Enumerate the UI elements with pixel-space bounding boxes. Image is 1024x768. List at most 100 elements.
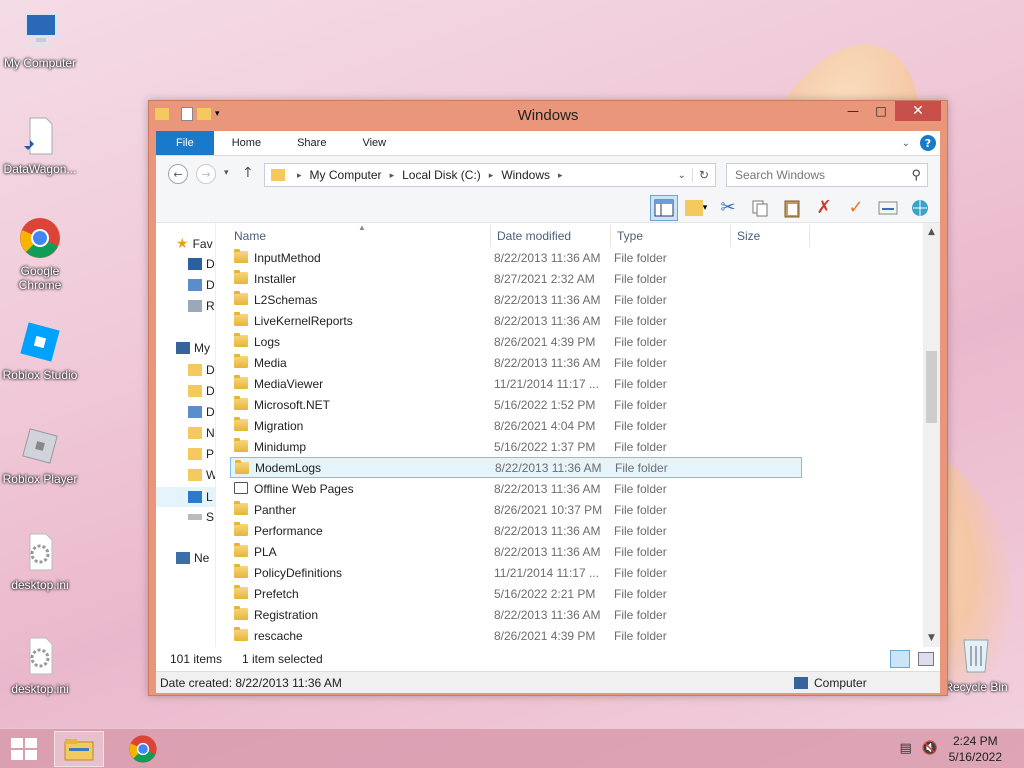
file-type: File folder	[614, 250, 667, 265]
table-row[interactable]: L2Schemas 8/22/2013 11:36 AM File folder	[230, 289, 802, 310]
table-row[interactable]: LiveKernelReports 8/22/2013 11:36 AM File …	[230, 310, 802, 331]
rename-check-button[interactable]: ✓	[842, 195, 870, 221]
search-icon[interactable]: ⚲	[911, 167, 921, 183]
address-bar[interactable]: ▸ My Computer ▸ Local Disk (C:) ▸ Window…	[264, 163, 716, 187]
table-row[interactable]: PLA 8/22/2013 11:36 AM File folder	[230, 541, 802, 562]
maximize-button[interactable]: □	[867, 101, 895, 121]
nav-item-recent[interactable]: R	[188, 299, 215, 313]
table-row[interactable]: PolicyDefinitions 11/21/2014 11:17 ... Fil…	[230, 562, 802, 583]
properties-button[interactable]	[874, 195, 902, 221]
table-row[interactable]: Offline Web Pages 8/22/2013 11:36 AM File …	[230, 478, 802, 499]
expand-ribbon-icon[interactable]: ⌄	[902, 138, 910, 149]
recent-locations-icon[interactable]: ▾	[224, 168, 229, 178]
table-row[interactable]: Registration 8/22/2013 11:36 AM File folde…	[230, 604, 802, 625]
breadcrumb-my-computer[interactable]: My Computer	[306, 168, 386, 182]
desktop-icon-roblox-player[interactable]: Roblox Player	[0, 424, 80, 486]
cut-button[interactable]: ✂	[714, 195, 742, 221]
breadcrumb-separator-icon[interactable]: ▸	[293, 170, 306, 181]
column-header-date[interactable]: Date modified	[490, 225, 610, 247]
music-icon	[188, 427, 202, 439]
file-type: File folder	[614, 607, 667, 622]
tab-home[interactable]: Home	[214, 131, 279, 155]
tab-file[interactable]: File	[156, 131, 214, 155]
nav-item-network[interactable]: Ne	[176, 551, 209, 565]
desktop-icon-desktop-ini-2[interactable]: desktop.ini	[0, 634, 80, 696]
volume-muted-icon[interactable]: 🔇	[922, 741, 938, 756]
nav-item-local-disk[interactable]: L	[156, 487, 215, 507]
back-button[interactable]: ←	[168, 164, 188, 184]
table-row[interactable]: InputMethod 8/22/2013 11:36 AM File folder	[230, 247, 802, 268]
folder-icon	[234, 375, 248, 389]
forward-button[interactable]: →	[196, 164, 216, 184]
table-row[interactable]: Performance 8/22/2013 11:36 AM File folder	[230, 520, 802, 541]
table-row[interactable]: Installer 8/27/2021 2:32 AM File folder	[230, 268, 802, 289]
breadcrumb-separator-icon[interactable]: ▸	[554, 170, 567, 181]
nav-item-downloads[interactable]: D	[188, 278, 215, 292]
up-button[interactable]: ↑	[242, 165, 254, 181]
nav-item-drive-3[interactable]: D	[188, 405, 215, 419]
table-row[interactable]: rescache 8/26/2021 4:39 PM File folder	[230, 625, 802, 646]
desktop-icon-recycle-bin[interactable]: Recycle Bin	[936, 632, 1016, 694]
scroll-up-icon[interactable]: ▲	[923, 227, 940, 237]
tab-view[interactable]: View	[344, 131, 404, 155]
column-header-type[interactable]: Type	[610, 225, 730, 247]
table-row[interactable]: Panther 8/26/2021 10:37 PM File folder	[230, 499, 802, 520]
scrollbar-thumb[interactable]	[926, 351, 937, 423]
vertical-scrollbar[interactable]: ▲ ▼	[923, 223, 940, 647]
file-name: Performance	[254, 523, 323, 538]
scroll-down-icon[interactable]: ▼	[923, 633, 940, 643]
copy-button[interactable]	[746, 195, 774, 221]
large-icons-view-button[interactable]	[918, 652, 934, 666]
desktop-icon-datawagon[interactable]: DataWagon...	[0, 114, 80, 176]
help-icon[interactable]: ?	[920, 135, 936, 151]
preview-pane-button[interactable]	[650, 194, 678, 221]
tab-share[interactable]: Share	[279, 131, 344, 155]
nav-item-drive-1[interactable]: D	[188, 363, 215, 377]
nav-item-videos[interactable]: W	[188, 468, 215, 482]
desktop-icon-my-computer[interactable]: My Computer	[0, 8, 80, 70]
details-view-button[interactable]	[890, 650, 910, 668]
taskbar-chrome[interactable]	[118, 731, 168, 767]
desktop-icon-roblox-studio[interactable]: Roblox Studio	[0, 320, 80, 382]
nav-item-pictures[interactable]: P	[188, 447, 214, 461]
desktop-icon-chrome[interactable]: Google Chrome	[0, 216, 80, 292]
refresh-icon[interactable]: ↻	[691, 168, 715, 182]
minimize-button[interactable]: —	[839, 101, 867, 121]
title-bar[interactable]: ▾ Windows — □ ✕	[149, 101, 947, 131]
breadcrumb-windows[interactable]: Windows	[497, 168, 554, 182]
table-row[interactable]: Minidump 5/16/2022 1:37 PM File folder	[230, 436, 802, 457]
network-icon[interactable]: ▤	[900, 741, 912, 756]
nav-item-removable[interactable]: S	[188, 510, 214, 524]
column-header-size[interactable]: Size	[730, 225, 810, 247]
nav-item-my-computer[interactable]: My	[176, 341, 210, 355]
breadcrumb-separator-icon[interactable]: ▸	[386, 170, 399, 181]
table-row[interactable]: ModemLogs 8/22/2013 11:36 AM File folder	[230, 457, 802, 478]
folder-options-button[interactable]: ▾	[682, 195, 710, 221]
paste-button[interactable]	[778, 195, 806, 221]
table-row[interactable]: Microsoft.NET 5/16/2022 1:52 PM File folde…	[230, 394, 802, 415]
file-date: 8/22/2013 11:36 AM	[494, 523, 601, 538]
address-dropdown-icon[interactable]: ⌄	[678, 170, 692, 181]
clock[interactable]: 2:24 PM 5/16/2022	[949, 733, 1002, 765]
breadcrumb-separator-icon[interactable]: ▸	[485, 170, 498, 181]
folder-icon	[234, 438, 248, 452]
desktop-icon-desktop-ini-1[interactable]: desktop.ini	[0, 530, 80, 592]
nav-item-desktop[interactable]: D	[188, 257, 215, 271]
network-globe-button[interactable]	[906, 195, 934, 221]
table-row[interactable]: Migration 8/26/2021 4:04 PM File folder	[230, 415, 802, 436]
close-button[interactable]: ✕	[895, 101, 941, 121]
table-row[interactable]: Media 8/22/2013 11:36 AM File folder	[230, 352, 802, 373]
delete-button[interactable]: ✗	[810, 195, 838, 221]
search-placeholder: Search Windows	[735, 168, 826, 182]
column-header-name[interactable]: Name ▲	[234, 223, 490, 247]
table-row[interactable]: MediaViewer 11/21/2014 11:17 ... File fold…	[230, 373, 802, 394]
search-input[interactable]: Search Windows ⚲	[726, 163, 928, 187]
nav-item-favorites[interactable]: ★ Fav	[176, 235, 213, 252]
start-button[interactable]	[10, 737, 38, 761]
table-row[interactable]: Prefetch 5/16/2022 2:21 PM File folder	[230, 583, 802, 604]
nav-item-music[interactable]: N	[188, 426, 215, 440]
nav-item-drive-2[interactable]: D	[188, 384, 215, 398]
taskbar-file-explorer[interactable]	[54, 731, 104, 767]
table-row[interactable]: Logs 8/26/2021 4:39 PM File folder	[230, 331, 802, 352]
breadcrumb-local-disk[interactable]: Local Disk (C:)	[398, 168, 485, 182]
